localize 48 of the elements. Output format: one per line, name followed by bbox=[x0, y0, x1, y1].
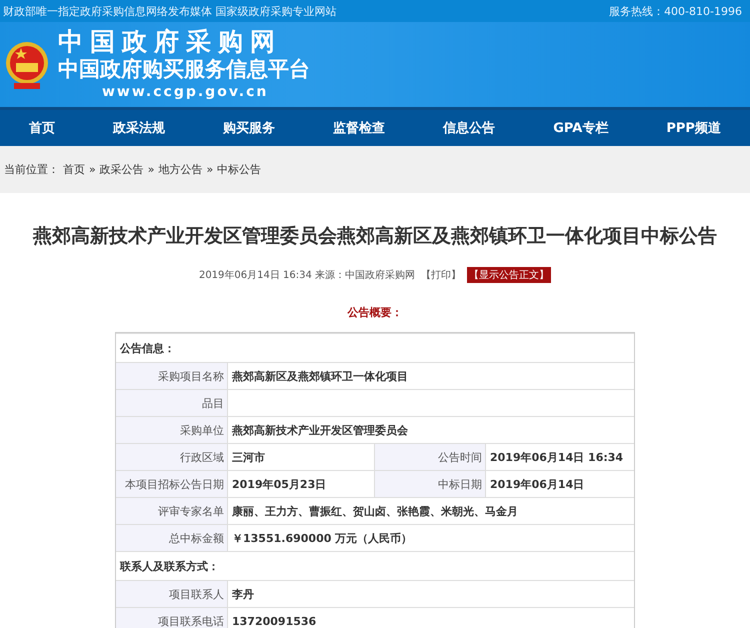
field-label: 中标日期 bbox=[374, 471, 486, 497]
nav-item[interactable]: 监督检查 bbox=[325, 115, 394, 141]
breadcrumb-link[interactable]: 政采公告 bbox=[100, 162, 144, 177]
site-url: www.ccgp.gov.cn bbox=[102, 82, 268, 102]
section-heading: 联系人及联系方式： bbox=[116, 551, 634, 580]
field-value: 13720091536 bbox=[231, 614, 318, 628]
field-label: 行政区域 bbox=[116, 444, 228, 470]
breadcrumb-link[interactable]: 地方公告 bbox=[158, 162, 202, 177]
field-label: 采购单位 bbox=[116, 417, 228, 443]
site-slogan: 财政部唯一指定政府采购信息网络发布媒体 国家级政府采购专业网站 bbox=[3, 4, 336, 18]
field-value: 2019年05月23日 bbox=[231, 476, 328, 492]
show-text-button[interactable]: 【显示公告正文】 bbox=[467, 267, 552, 283]
article-meta: 2019年06月14日 16:34 来源：中国政府采购网 bbox=[198, 268, 416, 282]
field-value: 李丹 bbox=[231, 586, 255, 602]
summary-heading: 公告概要： bbox=[348, 305, 402, 320]
field-value: 燕郊高新区及燕郊镇环卫一体化项目 bbox=[230, 368, 409, 384]
field-label: 公告时间 bbox=[374, 444, 486, 470]
breadcrumb-separator: » bbox=[206, 163, 214, 176]
site-subtitle: 中国政府购买服务信息平台 bbox=[58, 56, 310, 80]
nav-item[interactable]: 政采法规 bbox=[105, 115, 174, 141]
field-label: 品目 bbox=[116, 390, 228, 416]
field-label: 项目联系人 bbox=[116, 581, 228, 607]
field-label: 评审专家名单 bbox=[116, 498, 228, 524]
print-link[interactable]: 【打印】 bbox=[421, 268, 462, 282]
service-hotline: 服务热线：400-810-1996 bbox=[609, 4, 742, 18]
field-label: 采购项目名称 bbox=[116, 363, 228, 389]
nav-item[interactable]: 首页 bbox=[21, 115, 64, 141]
article-title: 燕郊高新技术产业开发区管理委员会燕郊高新区及燕郊镇环卫一体化项目中标公告 bbox=[33, 224, 717, 249]
field-label: 本项目招标公告日期 bbox=[116, 471, 228, 497]
breadcrumb-link[interactable]: 首页 bbox=[63, 162, 85, 177]
field-label: 总中标金额 bbox=[116, 525, 228, 551]
site-title: 中国政府采购网 bbox=[58, 26, 282, 56]
breadcrumb-separator: » bbox=[89, 163, 96, 176]
field-value: 2019年06月14日 bbox=[489, 476, 586, 492]
nav-item[interactable]: 信息公告 bbox=[435, 115, 504, 141]
breadcrumb-prefix: 当前位置： bbox=[4, 162, 59, 177]
field-value: 燕郊高新技术产业开发区管理委员会 bbox=[230, 422, 409, 438]
nav-item[interactable]: 购买服务 bbox=[215, 115, 284, 141]
field-value: ￥13551.690000 万元（人民币） bbox=[231, 530, 414, 546]
field-label: 项目联系电话 bbox=[116, 608, 228, 628]
nav-item[interactable]: GPA专栏 bbox=[545, 115, 616, 141]
breadcrumb-separator: » bbox=[148, 163, 154, 176]
field-value: 三河市 bbox=[231, 450, 266, 466]
nav-item[interactable]: PPP频道 bbox=[658, 115, 729, 141]
field-value: 2019年06月14日 16:34 bbox=[489, 450, 624, 466]
field-value: 康丽、王力方、曹振红、贺山卤、张艳霞、米朝光、马金月 bbox=[231, 504, 519, 520]
section-heading: 公告信息： bbox=[116, 333, 634, 362]
breadcrumb-link[interactable]: 中标公告 bbox=[217, 162, 262, 177]
